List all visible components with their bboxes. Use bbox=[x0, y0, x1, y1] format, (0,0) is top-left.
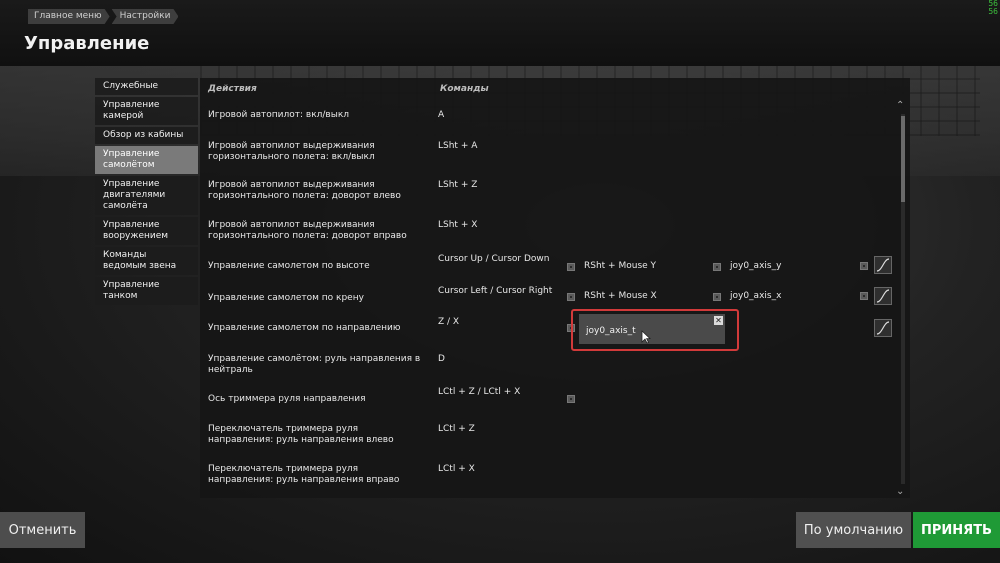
breadcrumb-settings[interactable]: Настройки bbox=[112, 9, 179, 24]
sidebar-item-cockpit-view[interactable]: Обзор из кабины bbox=[95, 127, 198, 144]
command-binding[interactable]: Z / X bbox=[438, 317, 558, 328]
sidebar-item-aircraft-control[interactable]: Управление самолётом bbox=[95, 146, 198, 174]
close-icon[interactable]: ✕ bbox=[714, 316, 723, 325]
gamepad-icon bbox=[860, 292, 868, 300]
sidebar-item-camera[interactable]: Управление камерой bbox=[95, 97, 198, 125]
sidebar-item-tank[interactable]: Управление танком bbox=[95, 277, 198, 305]
controls-table: Действия Команды Игровой автопилот: вкл/… bbox=[200, 78, 910, 498]
joystick-binding[interactable]: joy0_axis_y bbox=[713, 261, 781, 272]
sidebar-item-service[interactable]: Служебные bbox=[95, 78, 198, 95]
scrollbar-thumb[interactable] bbox=[901, 116, 905, 202]
sidebar-item-wingmen[interactable]: Команды ведомым звена bbox=[95, 247, 198, 275]
header-bar: Главное меню Настройки Управление 56 56 bbox=[0, 0, 1000, 66]
action-label: Переключатель триммера руля направления:… bbox=[208, 424, 394, 445]
cancel-button[interactable]: Отменить bbox=[0, 512, 85, 548]
binding-popup: joy0_axis_t ✕ bbox=[571, 309, 739, 351]
joystick-binding-value: joy0_axis_x bbox=[730, 291, 782, 301]
curve-icon bbox=[876, 289, 890, 303]
command-binding[interactable]: Cursor Left / Cursor Right bbox=[438, 286, 558, 297]
axis-curve-button[interactable] bbox=[874, 287, 892, 305]
command-binding[interactable]: LSht + A bbox=[438, 141, 558, 152]
command-binding[interactable]: LCtl + X bbox=[438, 464, 558, 475]
scroll-down-icon[interactable]: ⌄ bbox=[896, 486, 904, 497]
breadcrumb-main-menu[interactable]: Главное меню bbox=[28, 9, 110, 24]
column-header-commands: Команды bbox=[440, 84, 489, 94]
curve-icon bbox=[876, 321, 890, 335]
gamepad-icon bbox=[713, 292, 721, 301]
command-binding[interactable]: LSht + X bbox=[438, 220, 558, 231]
axis-curve-button[interactable] bbox=[874, 256, 892, 274]
reset-defaults-button[interactable]: По умолчанию bbox=[796, 512, 911, 548]
gamepad-icon bbox=[567, 292, 575, 301]
page-title: Управление bbox=[24, 33, 150, 54]
action-label: Переключатель триммера руля направления:… bbox=[208, 464, 400, 485]
gamepad-icon bbox=[860, 262, 868, 270]
action-label: Управление самолетом по направлению bbox=[208, 323, 401, 333]
scroll-up-icon[interactable]: ⌃ bbox=[896, 100, 904, 111]
secondary-binding-value: RSht + Mouse Y bbox=[584, 261, 657, 271]
action-label: Управление самолетом по высоте bbox=[208, 261, 370, 271]
binding-popup-field[interactable]: joy0_axis_t ✕ bbox=[579, 314, 725, 344]
secondary-binding-value: RSht + Mouse X bbox=[584, 291, 657, 301]
action-label: Ось триммера руля направления bbox=[208, 394, 366, 404]
curve-icon bbox=[876, 258, 890, 272]
sidebar-item-weapons[interactable]: Управление вооружением bbox=[95, 217, 198, 245]
secondary-binding[interactable]: RSht + Mouse Y bbox=[567, 261, 656, 272]
axis-curve-button[interactable] bbox=[874, 319, 892, 337]
gamepad-icon bbox=[567, 262, 575, 271]
command-binding[interactable]: D bbox=[438, 354, 558, 365]
command-binding[interactable]: Cursor Up / Cursor Down bbox=[438, 254, 558, 265]
joystick-binding-value: joy0_axis_y bbox=[730, 261, 782, 271]
action-label: Игровой автопилот выдерживания горизонта… bbox=[208, 220, 407, 241]
sidebar-item-engines[interactable]: Управление двигателями самолёта bbox=[95, 176, 198, 215]
action-label: Управление самолетом по крену bbox=[208, 293, 364, 303]
action-label: Игровой автопилот: вкл/выкл bbox=[208, 110, 350, 120]
action-label: Игровой автопилот выдерживания горизонта… bbox=[208, 141, 375, 162]
mouse-cursor-icon bbox=[641, 330, 651, 344]
sidebar: Служебные Управление камерой Обзор из ка… bbox=[95, 78, 198, 307]
joystick-binding[interactable]: joy0_axis_x bbox=[713, 291, 781, 302]
accept-button[interactable]: ПРИНЯТЬ bbox=[913, 512, 1000, 548]
action-label: Игровой автопилот выдерживания горизонта… bbox=[208, 180, 401, 201]
fps-value: 56 bbox=[988, 7, 998, 16]
action-label: Управление самолётом: руль направления в… bbox=[208, 354, 421, 375]
command-binding[interactable]: LSht + Z bbox=[438, 180, 558, 191]
column-header-actions: Действия bbox=[208, 84, 257, 94]
secondary-binding[interactable]: RSht + Mouse X bbox=[567, 291, 657, 302]
binding-popup-value: joy0_axis_t bbox=[586, 326, 636, 336]
gamepad-icon bbox=[713, 262, 721, 271]
command-binding[interactable]: A bbox=[438, 110, 558, 121]
fps-counter: 56 56 bbox=[988, 0, 998, 16]
gamepad-icon bbox=[567, 395, 575, 403]
breadcrumb: Главное меню Настройки bbox=[28, 9, 178, 24]
command-binding[interactable]: LCtl + Z / LCtl + X bbox=[438, 387, 558, 398]
command-binding[interactable]: LCtl + Z bbox=[438, 424, 558, 435]
